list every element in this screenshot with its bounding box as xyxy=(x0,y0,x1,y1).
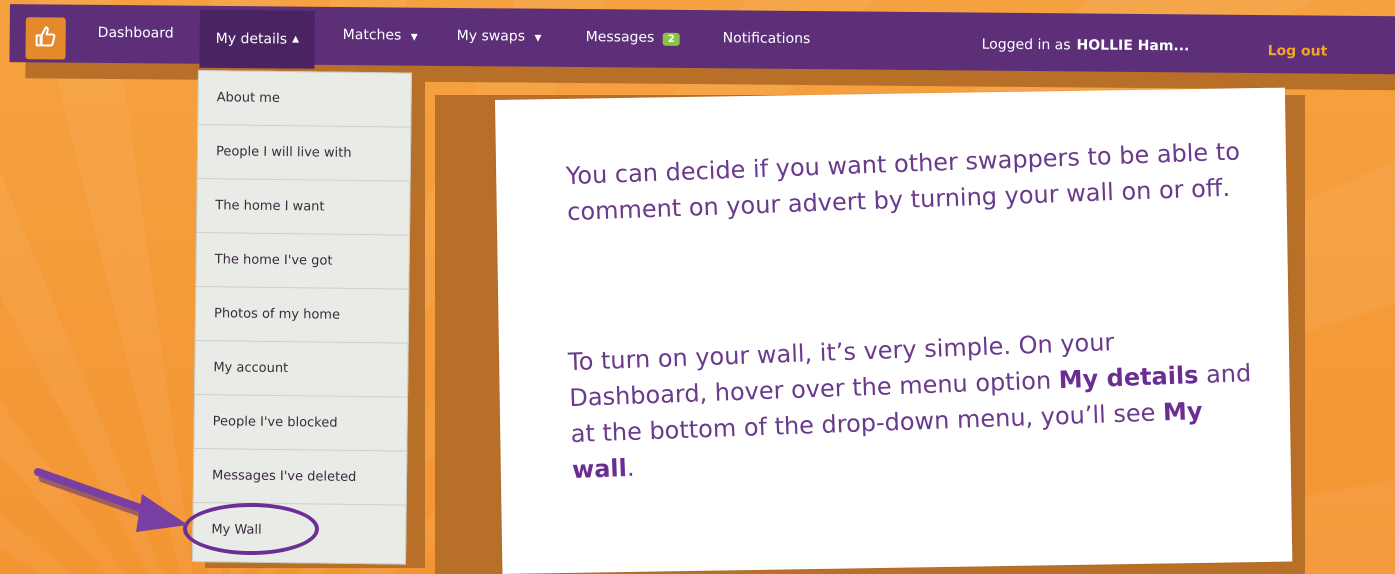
dropdown-item-people-ive-blocked[interactable]: People I've blocked xyxy=(194,394,408,452)
dropdown-item-my-account[interactable]: My account xyxy=(195,340,408,398)
nav-notifications[interactable]: Notifications xyxy=(723,30,811,47)
nav-inner: Dashboard My details ▲ Matches ▼ My swap… xyxy=(9,4,1395,75)
card-paragraph-1: You can decide if you want other swapper… xyxy=(565,137,1241,227)
card-paragraph-2: To turn on your wall, it’s very simple. … xyxy=(567,319,1262,488)
dropdown-item-home-i-want[interactable]: The home I want xyxy=(197,179,410,236)
nav-matches[interactable]: Matches ▼ xyxy=(343,27,418,44)
nav-my-swaps-label: My swaps xyxy=(456,27,526,45)
home-button[interactable] xyxy=(25,17,66,60)
messages-count-badge: 2 xyxy=(662,32,680,46)
highlight-ellipse xyxy=(183,503,319,555)
dropdown-item-about-me[interactable]: About me xyxy=(198,71,411,128)
caret-down-icon: ▼ xyxy=(534,33,542,44)
logged-in-status: Logged in as HOLLIE Ham... xyxy=(982,37,1190,55)
nav-matches-label: Matches xyxy=(342,26,402,44)
dropdown-item-home-ive-got[interactable]: The home I've got xyxy=(196,233,409,290)
card-paragraph-2-text-a: To turn on your wall, it’s very simple. … xyxy=(567,328,1115,413)
nav-messages-label: Messages xyxy=(585,29,655,46)
instruction-card: You can decide if you want other swapper… xyxy=(495,87,1293,574)
caret-down-icon: ▼ xyxy=(410,32,418,43)
dropdown-item-messages-ive-deleted[interactable]: Messages I've deleted xyxy=(193,448,407,506)
card-emphasis-my-details: My details xyxy=(1058,361,1199,395)
nav-messages[interactable]: Messages 2 xyxy=(586,29,680,46)
nav-dashboard[interactable]: Dashboard xyxy=(98,25,174,42)
logged-in-label: Logged in as xyxy=(981,36,1071,54)
pointer-arrow-icon xyxy=(34,468,188,532)
thumbs-up-icon xyxy=(34,24,58,52)
dropdown-item-people-i-will-live-with[interactable]: People I will live with xyxy=(197,125,411,182)
user-name: HOLLIE Ham... xyxy=(1076,37,1190,55)
card-paragraph-2-text-e: . xyxy=(626,453,635,483)
caret-up-icon: ▲ xyxy=(292,34,300,45)
logout-link[interactable]: Log out xyxy=(1268,43,1328,60)
nav-my-details[interactable]: My details ▲ xyxy=(199,9,316,69)
dropdown-item-photos-of-my-home[interactable]: Photos of my home xyxy=(195,286,409,344)
nav-my-swaps[interactable]: My swaps ▼ xyxy=(457,28,542,45)
my-details-dropdown: About me People I will live with The hom… xyxy=(191,70,412,565)
nav-my-details-label: My details xyxy=(215,30,288,48)
